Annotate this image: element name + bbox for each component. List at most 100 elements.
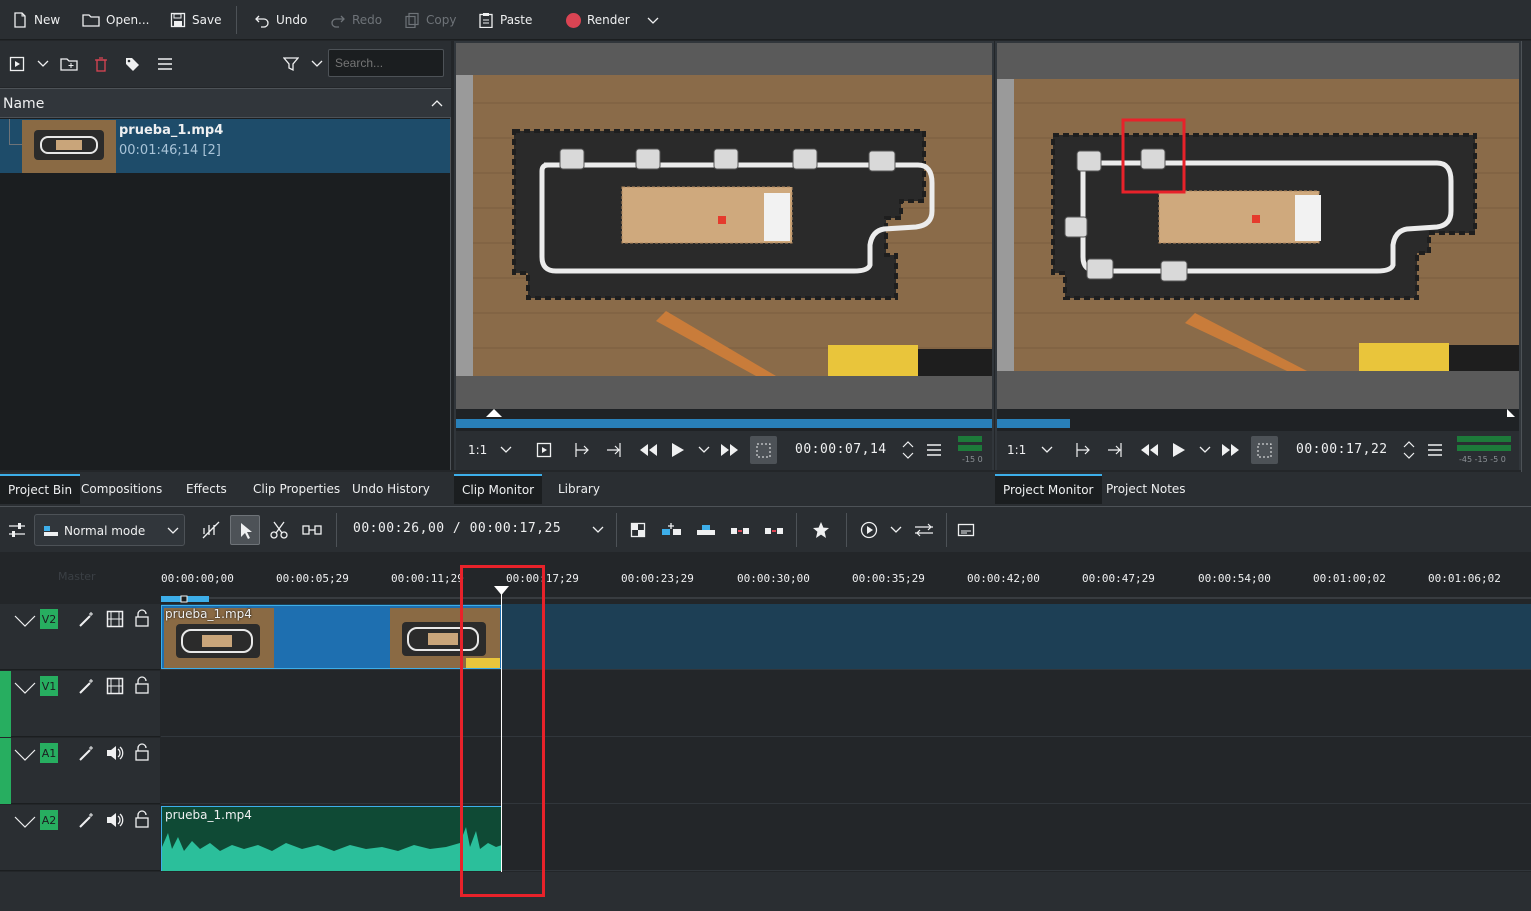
extract-zone-icon[interactable] [730, 522, 750, 538]
set-in-point-icon[interactable] [1073, 442, 1091, 458]
bin-clip-item[interactable]: prueba_1.mp4 00:01:46;14 [2] [0, 119, 450, 173]
track-header-a2[interactable]: A2 [0, 805, 160, 871]
track-lane-v1[interactable] [161, 671, 1531, 737]
track-header-a1[interactable]: A1 [0, 738, 160, 804]
tab-project-monitor[interactable]: Project Monitor [995, 474, 1102, 504]
tags-icon[interactable] [124, 56, 140, 72]
tab-project-bin[interactable]: Project Bin [0, 474, 81, 504]
insert-zone-icon[interactable] [536, 442, 552, 458]
chevron-down-icon[interactable] [500, 446, 512, 454]
razor-tool-icon[interactable] [270, 521, 288, 539]
chevron-down-icon[interactable] [698, 446, 710, 454]
track-compositing-icon[interactable] [630, 522, 646, 538]
speaker-icon[interactable] [106, 811, 124, 829]
film-strip-icon[interactable] [106, 677, 124, 695]
preview-render-icon[interactable] [860, 521, 878, 539]
paste-button[interactable]: Paste [474, 7, 536, 33]
film-strip-icon[interactable] [106, 610, 124, 628]
lock-icon[interactable] [134, 676, 150, 694]
redo-button[interactable]: Redo [326, 7, 386, 33]
rewind-icon[interactable] [638, 442, 658, 458]
favorite-star-icon[interactable] [812, 521, 830, 539]
lock-icon[interactable] [134, 743, 150, 761]
filter-icon[interactable] [283, 56, 299, 72]
chevron-down-icon[interactable] [592, 526, 604, 534]
timeline-ruler[interactable]: Master 00:00:00;00 00:00:05;29 00:00:11;… [0, 552, 1531, 604]
tab-undo-history[interactable]: Undo History [344, 474, 438, 504]
insert-clip-icon[interactable] [661, 522, 683, 538]
add-clip-icon[interactable] [9, 56, 25, 72]
bin-column-header[interactable]: Name [0, 88, 451, 118]
timeline-video-clip[interactable]: prueba_1.mp4 [161, 605, 502, 669]
collapse-chevron-icon[interactable] [14, 614, 36, 628]
lift-zone-icon[interactable] [764, 522, 784, 538]
edit-mode-select[interactable]: Normal mode [34, 514, 185, 546]
project-zone-marker[interactable] [1507, 409, 1515, 417]
timeline-audio-clip[interactable]: prueba_1.mp4 [161, 806, 502, 871]
track-header-v1[interactable]: V1 [0, 671, 160, 737]
effects-wand-icon[interactable] [78, 811, 96, 829]
play-icon[interactable] [1171, 442, 1187, 458]
tab-clip-properties[interactable]: Clip Properties [245, 474, 348, 504]
open-button[interactable]: Open... [78, 7, 154, 33]
undo-button[interactable]: Undo [250, 7, 311, 33]
rewind-icon[interactable] [1139, 442, 1159, 458]
clip-monitor-video[interactable] [456, 43, 992, 409]
timecode-spinner-icon[interactable] [902, 440, 914, 460]
delete-icon[interactable] [94, 56, 108, 72]
selection-tool-button[interactable] [230, 515, 260, 545]
fast-forward-icon[interactable] [1221, 442, 1241, 458]
add-folder-icon[interactable] [60, 56, 78, 72]
timeline-settings-icon[interactable] [914, 522, 934, 538]
track-lane-a1[interactable] [161, 738, 1531, 804]
effects-wand-icon[interactable] [78, 677, 96, 695]
effects-wand-icon[interactable] [78, 610, 96, 628]
menu-icon[interactable] [157, 57, 173, 71]
chevron-down-icon[interactable] [1199, 446, 1211, 454]
project-timecode[interactable]: 00:00:17,22 [1296, 442, 1388, 457]
effects-wand-icon[interactable] [78, 744, 96, 762]
collapse-chevron-icon[interactable] [14, 748, 36, 762]
project-zoom-value[interactable]: 1:1 [1007, 443, 1026, 457]
project-monitor-video[interactable] [997, 43, 1519, 409]
fast-forward-icon[interactable] [720, 442, 740, 458]
slip-tool-icon[interactable] [302, 522, 322, 538]
speaker-icon[interactable] [106, 744, 124, 762]
bin-search-input[interactable] [328, 49, 444, 77]
menu-icon[interactable] [1427, 443, 1443, 457]
tab-compositions[interactable]: Compositions [73, 474, 170, 504]
chevron-down-icon[interactable] [1041, 446, 1053, 454]
set-out-point-icon[interactable] [1107, 442, 1125, 458]
clip-zoom-value[interactable]: 1:1 [468, 443, 487, 457]
spacer-tool-icon[interactable] [201, 520, 221, 540]
overwrite-clip-icon[interactable] [696, 522, 716, 538]
render-button[interactable]: Render [562, 7, 664, 33]
clip-timecode[interactable]: 00:00:07,14 [795, 442, 887, 457]
chevron-down-icon[interactable] [890, 526, 902, 534]
track-header-v2[interactable]: V2 [0, 604, 160, 670]
lock-icon[interactable] [134, 810, 150, 828]
project-monitor-ruler[interactable] [997, 409, 1519, 431]
play-icon[interactable] [670, 442, 686, 458]
track-settings-icon[interactable] [8, 522, 26, 538]
timeline-position-readout[interactable]: 00:00:26,00 / 00:00:17,25 [353, 521, 561, 536]
save-button[interactable]: Save [166, 7, 225, 33]
tab-effects[interactable]: Effects [178, 474, 235, 504]
collapse-chevron-icon[interactable] [14, 681, 36, 695]
tab-clip-monitor[interactable]: Clip Monitor [454, 474, 543, 504]
clip-monitor-ruler[interactable] [456, 409, 992, 431]
subtitle-icon[interactable] [957, 522, 975, 538]
lock-icon[interactable] [134, 609, 150, 627]
collapse-chevron-icon[interactable] [14, 815, 36, 829]
clip-playhead-marker[interactable] [486, 409, 502, 417]
new-button[interactable]: New [8, 7, 64, 33]
copy-button[interactable]: Copy [400, 7, 460, 33]
timecode-spinner-icon[interactable] [1403, 440, 1415, 460]
chevron-down-icon[interactable] [311, 60, 323, 68]
set-in-point-icon[interactable] [572, 442, 590, 458]
tab-project-notes[interactable]: Project Notes [1098, 474, 1194, 504]
fullscreen-button[interactable] [1251, 436, 1278, 464]
tab-library[interactable]: Library [550, 474, 608, 504]
set-out-point-icon[interactable] [606, 442, 624, 458]
chevron-down-icon[interactable] [37, 60, 49, 68]
